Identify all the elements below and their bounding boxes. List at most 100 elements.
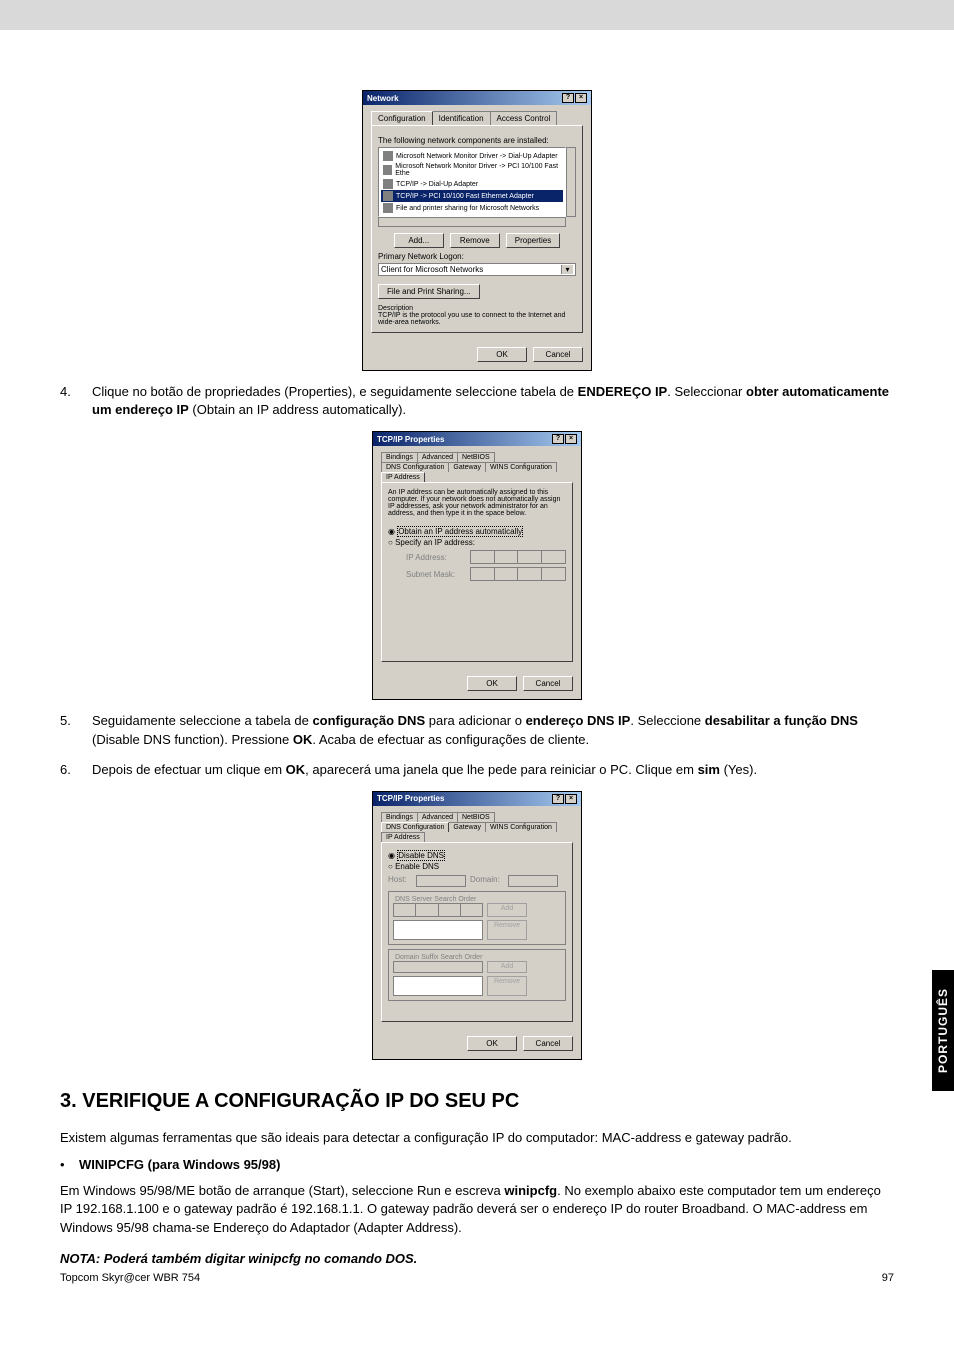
language-tab: PORTUGUÊS bbox=[932, 970, 954, 1091]
domain-input bbox=[508, 875, 558, 887]
network-dialog: Network ? × Configuration Identification… bbox=[362, 90, 592, 371]
radio-enable-dns[interactable]: ○ Enable DNS bbox=[388, 862, 566, 871]
help-icon[interactable]: ? bbox=[562, 93, 574, 103]
ok-button[interactable]: OK bbox=[467, 1036, 517, 1051]
suffix-list bbox=[393, 976, 483, 996]
host-input bbox=[416, 875, 466, 887]
radio-obtain-auto[interactable]: ◉ Obtain an IP address automatically bbox=[388, 527, 566, 536]
list-item: Microsoft Network Monitor Driver -> PCI … bbox=[381, 162, 563, 178]
list-item: Microsoft Network Monitor Driver -> Dial… bbox=[381, 150, 563, 162]
close-icon[interactable]: × bbox=[565, 794, 577, 804]
ok-button[interactable]: OK bbox=[477, 347, 527, 362]
footer-page-number: 97 bbox=[882, 1272, 894, 1284]
tcpip-dns-dialog: TCP/IP Properties ? × Bindings Advanced … bbox=[372, 791, 582, 1060]
tab-netbios[interactable]: NetBIOS bbox=[457, 812, 495, 822]
footer-product: Topcom Skyr@cer WBR 754 bbox=[60, 1272, 200, 1284]
chevron-down-icon: ▾ bbox=[561, 265, 573, 274]
tab-ipaddress[interactable]: IP Address bbox=[381, 832, 425, 842]
titlebar: TCP/IP Properties ? × bbox=[373, 432, 581, 446]
components-label: The following network components are ins… bbox=[378, 136, 576, 145]
ip-address-label: IP Address: bbox=[406, 553, 464, 562]
dialog-title: Network bbox=[367, 94, 399, 103]
bullet-item: • WINIPCFG (para Windows 95/98) bbox=[60, 1157, 894, 1172]
remove-button: Remove bbox=[487, 976, 527, 996]
domain-suffix-group: Domain Suffix Search Order Add Remove bbox=[388, 949, 566, 1001]
tab-netbios[interactable]: NetBIOS bbox=[457, 452, 495, 462]
list-item: TCP/IP -> Dial-Up Adapter bbox=[381, 178, 563, 190]
intro-paragraph: Existem algumas ferramentas que são idea… bbox=[60, 1129, 894, 1147]
properties-button[interactable]: Properties bbox=[506, 233, 560, 248]
step-5: 5. Seguidamente seleccione a tabela de c… bbox=[60, 712, 894, 748]
step-text: Seguidamente seleccione a tabela de conf… bbox=[92, 712, 894, 748]
step-text: Depois de efectuar um clique em OK, apar… bbox=[92, 761, 894, 779]
ip-intro-text: An IP address can be automatically assig… bbox=[388, 489, 566, 517]
tab-wins[interactable]: WINS Configuration bbox=[485, 822, 557, 832]
tab-bindings[interactable]: Bindings bbox=[381, 452, 418, 462]
tcpip-ip-dialog: TCP/IP Properties ? × Bindings Advanced … bbox=[372, 431, 582, 700]
suffix-input bbox=[393, 961, 483, 973]
radio-specify[interactable]: ○ Specify an IP address: bbox=[388, 538, 566, 547]
cancel-button[interactable]: Cancel bbox=[533, 347, 583, 362]
tab-access-control[interactable]: Access Control bbox=[490, 111, 558, 125]
adapter-icon bbox=[383, 165, 392, 175]
step-4: 4. Clique no botão de propriedades (Prop… bbox=[60, 383, 894, 419]
tab-gateway[interactable]: Gateway bbox=[448, 462, 486, 472]
dialog-title: TCP/IP Properties bbox=[377, 794, 444, 803]
tab-identification[interactable]: Identification bbox=[432, 111, 491, 125]
note-text: NOTA: Poderá também digitar winipcfg no … bbox=[60, 1251, 894, 1266]
radio-disable-dns[interactable]: ◉ Disable DNS bbox=[388, 851, 566, 860]
cancel-button[interactable]: Cancel bbox=[523, 1036, 573, 1051]
tab-configuration[interactable]: Configuration bbox=[371, 111, 433, 125]
titlebar: Network ? × bbox=[363, 91, 591, 105]
domain-label: Domain: bbox=[470, 875, 504, 887]
share-icon bbox=[383, 203, 393, 213]
titlebar-buttons: ? × bbox=[562, 93, 587, 103]
list-item-selected: TCP/IP -> PCI 10/100 Fast Ethernet Adapt… bbox=[381, 190, 563, 202]
logon-select[interactable]: Client for Microsoft Networks ▾ bbox=[378, 263, 576, 276]
dns-search-group: DNS Server Search Order Add Remove bbox=[388, 891, 566, 945]
adapter-icon bbox=[383, 151, 393, 161]
titlebar: TCP/IP Properties ? × bbox=[373, 792, 581, 806]
tab-gateway[interactable]: Gateway bbox=[448, 822, 486, 832]
add-button: Add bbox=[487, 961, 527, 973]
components-list[interactable]: Microsoft Network Monitor Driver -> Dial… bbox=[378, 147, 566, 217]
logon-label: Primary Network Logon: bbox=[378, 252, 576, 261]
section-heading: 3. VERIFIQUE A CONFIGURAÇÃO IP DO SEU PC bbox=[60, 1090, 894, 1113]
step-number: 6. bbox=[60, 761, 92, 779]
step-text: Clique no botão de propriedades (Propert… bbox=[92, 383, 894, 419]
tab-advanced[interactable]: Advanced bbox=[417, 812, 458, 822]
subnet-mask-input bbox=[470, 567, 566, 581]
ip-address-input bbox=[470, 550, 566, 564]
step-6: 6. Depois de efectuar um clique em OK, a… bbox=[60, 761, 894, 779]
dns-ip-input bbox=[393, 903, 483, 917]
description-label: Description bbox=[378, 305, 576, 312]
page-content: Network ? × Configuration Identification… bbox=[0, 30, 954, 1304]
tab-bindings[interactable]: Bindings bbox=[381, 812, 418, 822]
help-icon[interactable]: ? bbox=[552, 794, 564, 804]
adapter-icon bbox=[383, 179, 393, 189]
dns-list bbox=[393, 920, 483, 940]
close-icon[interactable]: × bbox=[575, 93, 587, 103]
file-print-sharing-button[interactable]: File and Print Sharing... bbox=[378, 284, 480, 299]
tab-ipaddress[interactable]: IP Address bbox=[381, 472, 425, 482]
tab-wins[interactable]: WINS Configuration bbox=[485, 462, 557, 472]
host-label: Host: bbox=[388, 875, 412, 887]
help-icon[interactable]: ? bbox=[552, 434, 564, 444]
tab-dns[interactable]: DNS Configuration bbox=[381, 462, 449, 472]
tab-advanced[interactable]: Advanced bbox=[417, 452, 458, 462]
dialog-title: TCP/IP Properties bbox=[377, 435, 444, 444]
tab-row: Configuration Identification Access Cont… bbox=[371, 111, 583, 125]
adapter-icon bbox=[383, 191, 393, 201]
add-button[interactable]: Add... bbox=[394, 233, 444, 248]
tab-dns[interactable]: DNS Configuration bbox=[381, 822, 449, 832]
remove-button[interactable]: Remove bbox=[450, 233, 500, 248]
add-button: Add bbox=[487, 903, 527, 917]
cancel-button[interactable]: Cancel bbox=[523, 676, 573, 691]
close-icon[interactable]: × bbox=[565, 434, 577, 444]
ok-button[interactable]: OK bbox=[467, 676, 517, 691]
description-text: TCP/IP is the protocol you use to connec… bbox=[378, 312, 576, 326]
remove-button: Remove bbox=[487, 920, 527, 940]
page-footer: Topcom Skyr@cer WBR 754 97 bbox=[60, 1272, 894, 1284]
scrollbar-vertical[interactable] bbox=[566, 147, 576, 217]
scrollbar-horizontal[interactable] bbox=[378, 217, 566, 227]
